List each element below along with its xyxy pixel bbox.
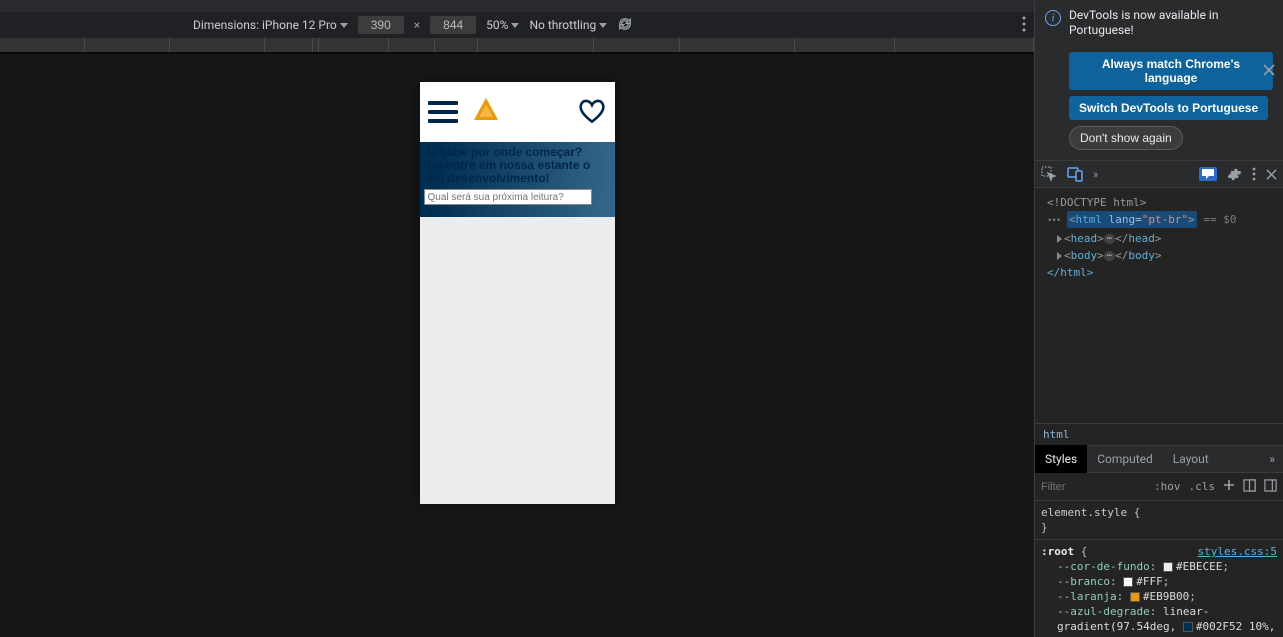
rotate-icon[interactable] xyxy=(617,16,633,35)
language-infobar: i DevTools is now available in Portugues… xyxy=(1035,0,1283,46)
width-input[interactable] xyxy=(358,16,404,34)
throttling-value: No throttling xyxy=(529,18,596,32)
responsive-ruler xyxy=(0,38,1034,52)
emulated-viewport-area: Dimensions: iPhone 12 Pro × 50% No throt… xyxy=(0,0,1034,637)
computed-icon[interactable] xyxy=(1243,479,1256,495)
close-icon[interactable] xyxy=(1266,169,1277,180)
more-tabs-icon[interactable]: » xyxy=(1093,168,1096,181)
mobile-header xyxy=(420,82,615,142)
viewport-canvas: Ja sabe por onde começar? Encontre em no… xyxy=(0,52,1034,637)
hero-section: Ja sabe por onde começar? Encontre em no… xyxy=(420,142,615,217)
rule-element-style[interactable]: element.style { } xyxy=(1035,501,1283,539)
logo-icon[interactable] xyxy=(470,95,502,130)
always-match-button[interactable]: Always match Chrome's language xyxy=(1069,52,1273,90)
device-frame: Ja sabe por onde começar? Encontre em no… xyxy=(420,82,615,504)
dimensions-prefix: Dimensions: xyxy=(193,18,259,32)
info-icon: i xyxy=(1045,10,1061,26)
caret-down-icon xyxy=(511,23,519,28)
infobar-message: DevTools is now available in Portuguese! xyxy=(1069,8,1273,38)
tab-styles[interactable]: Styles xyxy=(1035,445,1087,473)
close-icon[interactable] xyxy=(1263,64,1275,79)
page-content: Ja sabe por onde começar? Encontre em no… xyxy=(420,82,615,504)
dont-show-button[interactable]: Don't show again xyxy=(1069,126,1183,150)
hamburger-icon[interactable] xyxy=(428,101,458,123)
dom-html-close[interactable]: </html> xyxy=(1039,264,1279,281)
zoom-selector[interactable]: 50% xyxy=(486,18,519,32)
styles-filter-row: :hov .cls xyxy=(1035,473,1283,501)
browser-url-strip xyxy=(0,0,1034,12)
settings-icon[interactable] xyxy=(1227,167,1242,182)
dom-body-element[interactable]: <body>⋯</body> xyxy=(1039,247,1279,264)
dom-head-element[interactable]: <head>⋯</head> xyxy=(1039,230,1279,247)
device-selector[interactable]: Dimensions: iPhone 12 Pro xyxy=(193,18,348,32)
styles-filter-input[interactable] xyxy=(1041,481,1091,493)
cls-toggle[interactable]: .cls xyxy=(1189,480,1216,493)
devtools-tab-strip: » xyxy=(1035,160,1283,188)
device-toggle-icon[interactable] xyxy=(1067,166,1083,182)
dimension-separator: × xyxy=(414,18,420,32)
caret-down-icon xyxy=(599,23,607,28)
switch-language-button[interactable]: Switch DevTools to Portuguese xyxy=(1069,96,1268,120)
styles-tab-strip: Styles Computed Layout » xyxy=(1035,445,1283,473)
inspect-icon[interactable] xyxy=(1041,166,1057,182)
hov-toggle[interactable]: :hov xyxy=(1154,480,1181,493)
dom-html-element[interactable]: ••• <html lang="pt-br"> == $0 xyxy=(1039,211,1279,230)
rule-root[interactable]: styles.css:5 :root { --cor-de-fundo: #EB… xyxy=(1035,539,1283,637)
dom-doctype[interactable]: <!DOCTYPE html> xyxy=(1039,194,1279,211)
infobar-buttons: Always match Chrome's language Switch De… xyxy=(1035,46,1283,160)
kebab-menu-icon[interactable] xyxy=(1022,16,1026,35)
source-link[interactable]: styles.css:5 xyxy=(1198,544,1277,559)
new-rule-icon[interactable] xyxy=(1223,479,1235,494)
more-tabs-icon[interactable]: » xyxy=(1259,445,1283,473)
sidebar-toggle-icon[interactable] xyxy=(1264,479,1277,495)
elements-breadcrumb[interactable]: html xyxy=(1035,423,1283,445)
height-input[interactable] xyxy=(430,16,476,34)
zoom-value: 50% xyxy=(486,18,508,32)
device-name: iPhone 12 Pro xyxy=(262,18,337,32)
throttling-selector[interactable]: No throttling xyxy=(529,18,607,32)
elements-dom-tree[interactable]: <!DOCTYPE html> ••• <html lang="pt-br"> … xyxy=(1035,188,1283,287)
devtools-panel: i DevTools is now available in Portugues… xyxy=(1034,0,1283,637)
search-input[interactable] xyxy=(424,189,592,205)
styles-pane[interactable]: element.style { } styles.css:5 :root { -… xyxy=(1035,501,1283,637)
caret-down-icon xyxy=(340,23,348,28)
heart-icon[interactable] xyxy=(577,98,607,127)
kebab-menu-icon[interactable] xyxy=(1252,167,1256,181)
issues-icon[interactable] xyxy=(1199,167,1217,181)
hero-text: Ja sabe por onde começar? Encontre em no… xyxy=(424,146,611,185)
device-toolbar: Dimensions: iPhone 12 Pro × 50% No throt… xyxy=(0,12,1034,38)
breadcrumb-html[interactable]: html xyxy=(1043,428,1070,441)
tab-computed[interactable]: Computed xyxy=(1087,445,1163,473)
tab-layout[interactable]: Layout xyxy=(1163,445,1219,473)
